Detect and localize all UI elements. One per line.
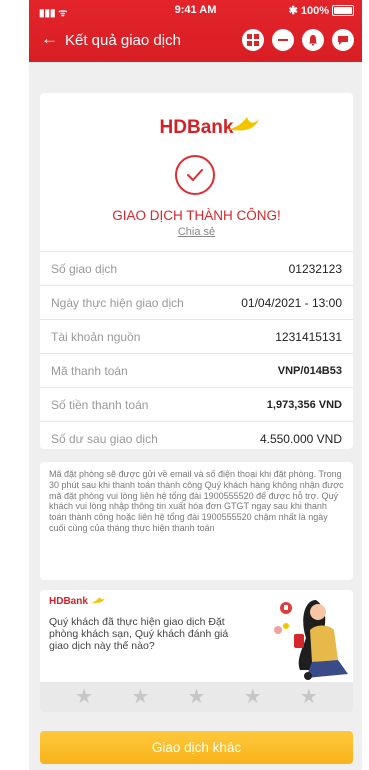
payment-code-row: Mã thanh toán VNP/014B53 (40, 353, 353, 387)
battery-icon (332, 5, 354, 16)
page-title: Kết quả giao dịch (65, 32, 181, 49)
rating-card: HDBank Quý khách đã thực hiện giao dịch … (40, 590, 353, 712)
logo-wing-icon (227, 117, 259, 131)
hdbank-logo: HDBank (40, 117, 353, 147)
share-link[interactable]: Chia sẻ (40, 226, 353, 238)
app-screen: ▮▮▮ ᯤ 9:41 AM ✱ 100% ← Kết quả giao dịch (29, 0, 362, 770)
success-message: GIAO DỊCH THÀNH CÔNG! (112, 208, 281, 223)
battery-percent: 100% (300, 4, 329, 17)
nav-bar: ← Kết quả giao dịch (29, 26, 362, 56)
back-arrow-icon[interactable]: ← (41, 29, 58, 49)
rating-logo-text: HDBank (49, 596, 88, 607)
phone-frame: ▮▮▮ ᯤ 9:41 AM ✱ 100% ← Kết quả giao dịch (0, 0, 369, 770)
logo-text: HDBank (159, 117, 234, 138)
success-check-icon (175, 155, 215, 195)
booking-notice: Mã đặt phòng sẽ được gửi về email và số … (40, 462, 353, 580)
row-value: 1231415131 (275, 329, 342, 344)
row-label: Mã thanh toán (51, 363, 128, 378)
row-label: Số giao dịch (51, 261, 118, 276)
row-label: Số tiền thanh toán (51, 397, 149, 412)
chat-icon[interactable] (332, 29, 354, 51)
rating-question: Quý khách đã thực hiện giao dịch Đặt phò… (49, 616, 229, 652)
balance-after-row: Số dư sau giao dịch 4.550.000 VND (40, 421, 353, 455)
bluetooth-icon: ✱ (288, 5, 298, 17)
row-value: 01/04/2021 - 13:00 (241, 295, 342, 310)
payment-amount-row: Số tiền thanh toán 1,973,356 VND (40, 387, 353, 421)
star-1-icon[interactable]: ★ (75, 687, 93, 707)
row-value: 1,973,356 VND (266, 398, 342, 411)
bell-icon[interactable] (302, 29, 324, 51)
header-actions (242, 29, 354, 51)
star-4-icon[interactable]: ★ (244, 687, 262, 707)
notice-text: Mã đặt phòng sẽ được gửi về email và số … (49, 469, 344, 533)
grid-menu-icon[interactable] (242, 29, 264, 51)
left-bezel (0, 0, 29, 770)
star-3-icon[interactable]: ★ (188, 687, 206, 707)
row-value: VNP/014B53 (277, 364, 342, 377)
transaction-id-row: Số giao dịch 01232123 (40, 251, 353, 285)
transaction-date-row: Ngày thực hiện giao dịch 01/04/2021 - 13… (40, 285, 353, 319)
app-header: ▮▮▮ ᯤ 9:41 AM ✱ 100% ← Kết quả giao dịch (29, 0, 362, 62)
row-value: 4.550.000 VND (259, 431, 342, 446)
other-transaction-button[interactable]: Giao dịch khác (40, 731, 353, 764)
status-bar: ▮▮▮ ᯤ 9:41 AM ✱ 100% (29, 0, 362, 20)
woman-with-phone-illustration (256, 590, 353, 682)
right-bezel (362, 0, 369, 770)
minus-icon[interactable] (272, 29, 294, 51)
row-value: 01232123 (288, 261, 342, 276)
transaction-receipt: HDBank GIAO DỊCH THÀNH CÔNG! Chia sẻ Số … (40, 93, 353, 449)
row-label: Ngày thực hiện giao dịch (51, 295, 184, 310)
logo-wing-icon (90, 596, 105, 603)
battery-indicator: ✱ 100% (289, 4, 354, 17)
source-account-row: Tài khoản nguồn 1231415131 (40, 319, 353, 353)
rating-logo: HDBank (49, 596, 105, 607)
row-label: Tài khoản nguồn (51, 329, 141, 344)
rating-stars: ★ ★ ★ ★ ★ (40, 682, 353, 712)
receipt-details: Số giao dịch 01232123 Ngày thực hiện gia… (40, 251, 353, 455)
row-label: Số dư sau giao dịch (51, 431, 158, 446)
star-5-icon[interactable]: ★ (300, 687, 318, 707)
star-2-icon[interactable]: ★ (131, 687, 149, 707)
